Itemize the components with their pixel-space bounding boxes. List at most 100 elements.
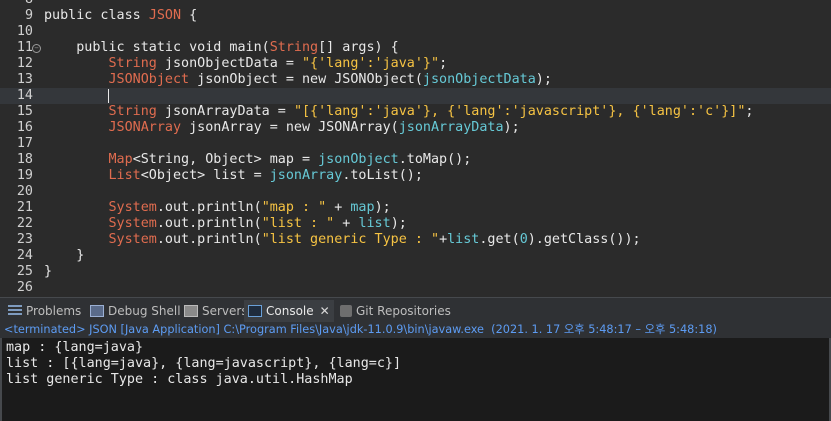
code-token: JSONObject [108,72,190,87]
code-line[interactable]: 20 [0,184,831,200]
tab-label: Debug Shell [108,304,181,318]
console-status-line: <terminated> JSON [Java Application] C:\… [0,322,831,338]
code-token: .out.println( [156,200,262,215]
code-line[interactable]: 13 JSONObject jsonObject = new JSONObjec… [0,72,831,88]
code-line[interactable]: 14 [0,88,831,104]
tab-servers[interactable]: Servers [180,300,252,322]
line-number: 21 [16,200,33,215]
code-token: jsonObject = new JSONObject( [189,72,423,87]
code-token: } [44,264,53,279]
code-text: } [44,248,84,264]
code-line[interactable]: 17 [0,136,831,152]
code-token: jsonArrayData = [156,104,294,119]
tab-git-repositories[interactable]: Git Repositories [336,300,455,322]
code-line[interactable]: 11− public static void main(String[] arg… [0,40,831,56]
code-token: JSONArray [108,120,182,135]
code-line[interactable]: 12 String jsonObjectData = "{'lang':'jav… [0,56,831,72]
code-token: .toList(); [342,168,423,183]
code-token: .toMap(); [398,152,472,167]
code-line[interactable]: 21 System.out.println("map : " + map); [0,200,831,216]
line-number: 24 [16,248,33,263]
code-line[interactable]: 8 [0,0,831,8]
tab-console[interactable]: Console ✕ [244,300,334,322]
code-text: List<Object> list = jsonArray.toList(); [44,168,423,184]
code-line[interactable]: 22 System.out.println("list : " + list); [0,216,831,232]
code-token: String [108,104,157,119]
code-text: Map<String, Object> map = jsonObject.toM… [44,152,472,168]
code-token: "list : " [261,216,335,231]
code-token: List [108,168,141,183]
code-line[interactable]: 24 } [0,248,831,264]
code-token: ); [535,72,552,87]
code-token: ); [390,216,407,231]
tab-label: Console [266,304,314,318]
code-token: "[{'lang':'java'}, {'lang':'javascript'}… [293,104,746,119]
problems-icon [8,305,22,317]
code-token: <String, Object> map = [132,152,319,167]
code-token: .out.println( [156,216,262,231]
code-token: { [181,8,198,23]
code-token: "map : " [261,200,327,215]
code-line[interactable]: 10 [0,24,831,40]
line-number: 15 [16,104,33,119]
console-output[interactable]: map : {lang=java} list : [{lang=java}, {l… [0,338,831,421]
servers-icon [184,305,198,317]
code-token: jsonArray [269,168,343,183]
code-text: public static void main(String[] args) { [44,40,399,56]
code-token: 0 [519,232,528,247]
line-number: 23 [16,232,33,247]
fold-toggle-icon[interactable]: − [32,44,41,53]
view-tab-bar: Problems Debug Shell Servers Console ✕ Git Re… [0,297,831,323]
code-token: JSON [148,8,182,23]
code-editor[interactable]: 89public class JSON {1011− public static… [0,0,831,297]
line-number: 18 [16,152,33,167]
code-line[interactable]: 18 Map<String, Object> map = jsonObject.… [0,152,831,168]
code-token: public static void main( [44,40,270,55]
code-line[interactable]: 19 List<Object> list = jsonArray.toList(… [0,168,831,184]
tab-problems[interactable]: Problems [4,300,85,322]
console-output-line: list : [{lang=java}, {lang=javascript}, … [6,356,402,371]
code-token: System [108,216,157,231]
line-number: 17 [16,136,33,151]
code-token: ).getClass()); [527,232,641,247]
code-line[interactable]: 9 public class JSON { [0,8,831,24]
line-number: 12 [16,56,33,71]
code-token: ); [503,120,520,135]
code-token: jsonObjectData = [156,56,302,71]
code-token: [] args) { [318,40,399,55]
line-number: 22 [16,216,33,231]
tab-label: Servers [202,304,248,318]
line-number: 13 [16,72,33,87]
code-token: jsonArrayData [398,120,504,135]
code-token: .get( [479,232,520,247]
code-line[interactable]: 25} [0,264,831,280]
code-token: map [350,200,375,215]
code-line[interactable]: 15 String jsonArrayData = "[{'lang':'jav… [0,104,831,120]
code-line[interactable]: 26 [0,280,831,296]
line-number: 19 [16,168,33,183]
line-number: 25 [16,264,33,279]
code-line[interactable]: 23 System.out.println("list generic Type… [0,232,831,248]
code-line[interactable]: 16 JSONArray jsonArray = new JSONArray(j… [0,120,831,136]
code-text: JSONArray jsonArray = new JSONArray(json… [44,120,520,136]
console-icon [248,305,262,317]
console-output-line: list generic Type : class java.util.Hash… [6,372,353,387]
code-token: String [108,56,157,71]
line-number: 10 [16,24,33,39]
tab-label: Problems [26,304,82,318]
code-token: "{'lang':'java'}" [302,56,440,71]
tab-debug-shell[interactable]: Debug Shell [86,300,185,322]
line-number: 16 [16,120,33,135]
code-token: + [439,232,448,247]
code-token: .out.println( [156,232,262,247]
code-token: System [108,200,157,215]
console-output-line: map : {lang=java} [6,340,144,355]
close-icon[interactable]: ✕ [320,304,330,318]
